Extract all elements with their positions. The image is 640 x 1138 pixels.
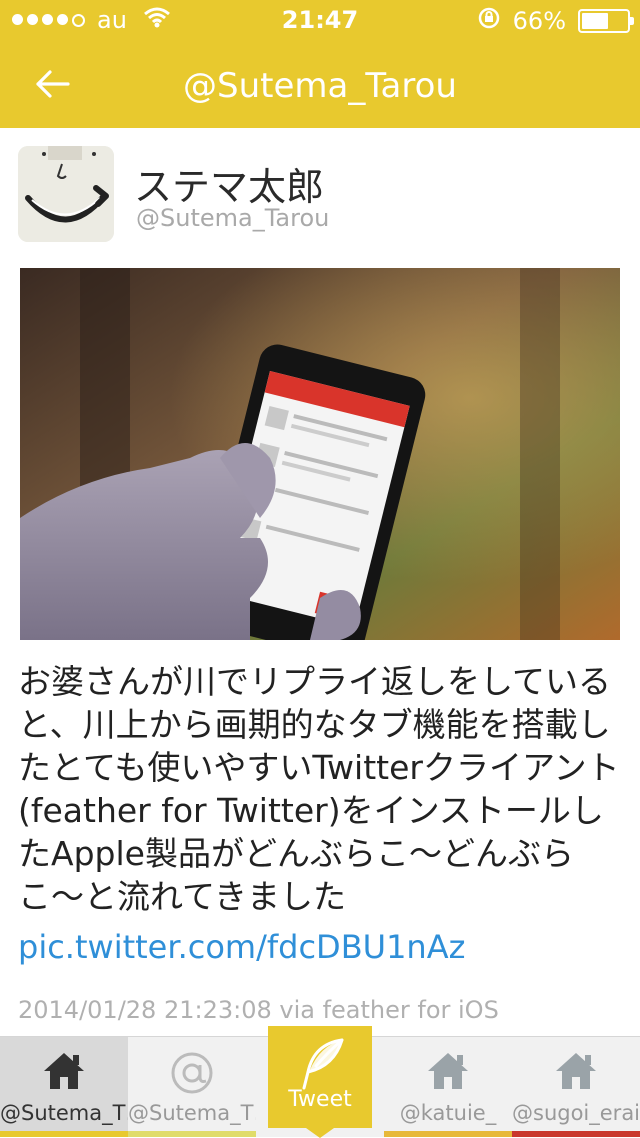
home-icon <box>42 1051 86 1095</box>
tab-home-sutema[interactable]: @Sutema_T… <box>0 1037 128 1137</box>
tweet-photo[interactable] <box>20 268 620 640</box>
tab-home-katuie[interactable]: @katuie_ <box>384 1037 512 1137</box>
tab-underline <box>0 1131 128 1137</box>
battery-icon <box>578 9 634 33</box>
tab-underline <box>512 1131 640 1137</box>
at-icon <box>170 1051 214 1099</box>
tweet-button[interactable]: Tweet <box>268 1026 372 1138</box>
status-right: 66% <box>477 6 634 36</box>
page-title: @Sutema_Tarou <box>183 66 457 106</box>
avatar[interactable] <box>18 146 114 242</box>
display-name: ステマ太郎 <box>134 165 325 209</box>
top-bar: au 21:47 66% @Sutema_Tarou <box>0 0 640 128</box>
home-icon <box>554 1051 598 1095</box>
battery-fill <box>582 13 608 29</box>
navigation-bar: @Sutema_Tarou <box>0 40 640 128</box>
rotation-lock-icon <box>477 6 501 36</box>
status-bar: au 21:47 66% <box>0 0 640 40</box>
tweet-author: ステマ太郎 @Sutema_Tarou <box>18 146 618 246</box>
tab-label: @Sutema_T… <box>0 1101 128 1125</box>
battery-percent: 66% <box>512 7 566 35</box>
tab-home-sugoi[interactable]: @sugoi_erai… <box>512 1037 640 1137</box>
tab-label: @katuie_ <box>399 1101 497 1125</box>
tab-label: @Sutema_T… <box>128 1101 256 1125</box>
tweet-button-label: Tweet <box>288 1087 352 1112</box>
tweet-link[interactable]: pic.twitter.com/fdcDBU1nAz <box>18 928 465 966</box>
tweet-text: お婆さんが川でリプライ返しをしていると、川上から画期的なタブ機能を搭載したとても… <box>18 662 620 916</box>
tweet-meta: 2014/01/28 21:23:08 via feather for iOS <box>18 996 499 1024</box>
username: @Sutema_Tarou <box>136 204 330 232</box>
tab-underline <box>384 1131 512 1137</box>
tab-label: @sugoi_erai… <box>512 1101 640 1125</box>
home-icon <box>426 1051 470 1095</box>
tab-underline <box>128 1131 256 1137</box>
tab-mentions-sutema[interactable]: @Sutema_T… <box>128 1037 256 1137</box>
